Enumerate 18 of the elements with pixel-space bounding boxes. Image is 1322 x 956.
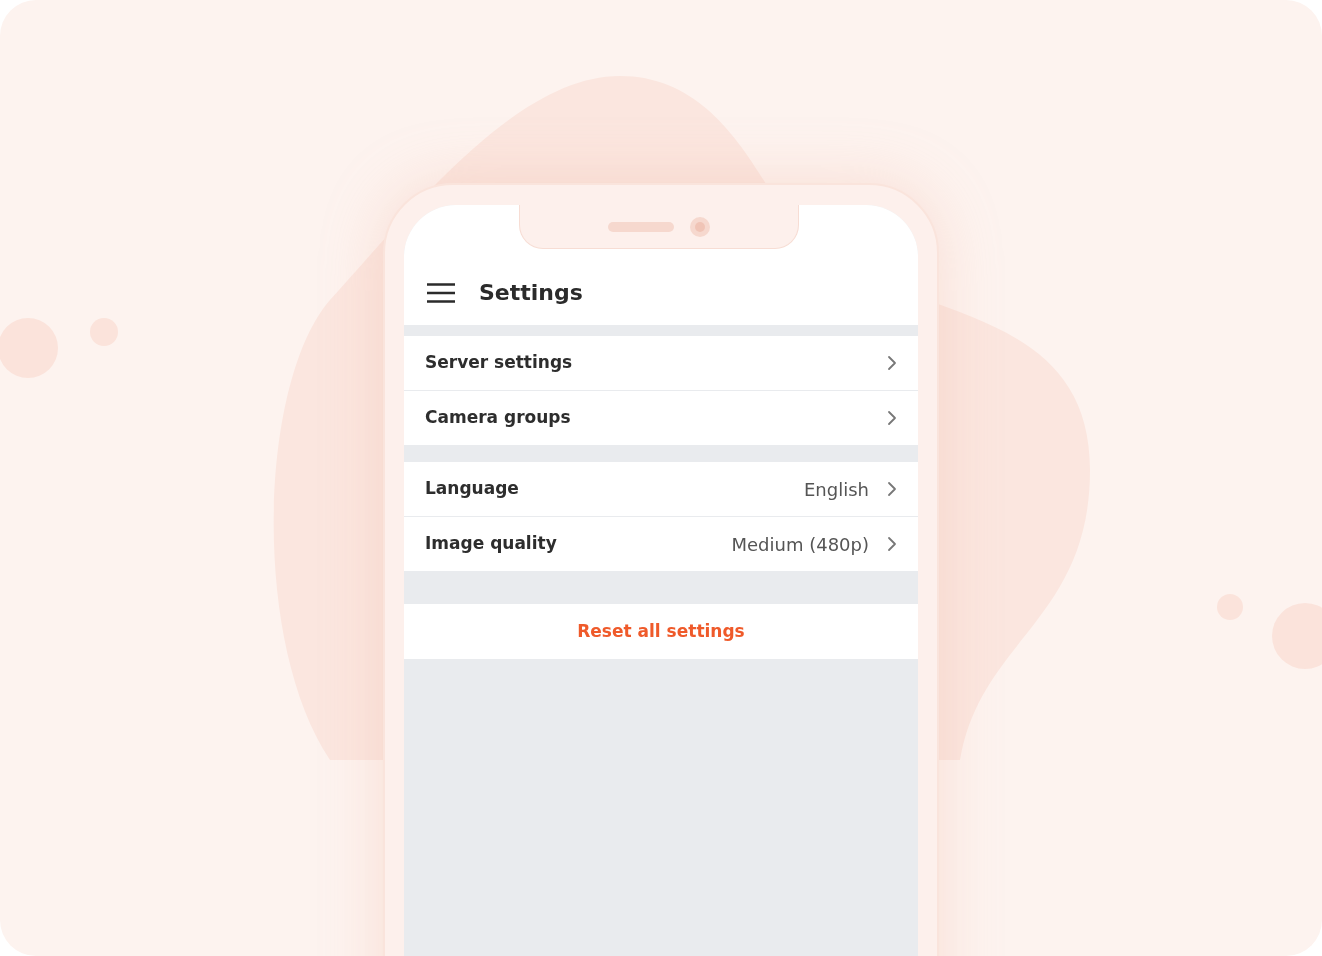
menu-icon[interactable] bbox=[427, 283, 455, 303]
chevron-right-icon bbox=[887, 355, 897, 371]
settings-row[interactable]: Language English bbox=[404, 462, 918, 516]
row-label: Camera groups bbox=[425, 406, 572, 430]
chevron-right-icon bbox=[887, 536, 897, 552]
row-label: Language bbox=[425, 477, 520, 501]
settings-row[interactable]: Image quality Medium (480p) bbox=[404, 517, 918, 571]
chevron-right-icon bbox=[887, 481, 897, 497]
row-value: Medium (480p) bbox=[731, 532, 869, 557]
row-label: Server settings bbox=[425, 351, 574, 375]
speaker-icon bbox=[608, 221, 674, 232]
camera-icon bbox=[690, 216, 710, 237]
screen-title: Settings bbox=[479, 279, 583, 307]
row-value: English bbox=[804, 477, 869, 502]
chevron-right-icon bbox=[887, 410, 897, 426]
settings-row[interactable]: Camera groups bbox=[404, 391, 918, 445]
settings-row[interactable]: Server settings bbox=[404, 336, 918, 390]
row-label: Image quality bbox=[425, 532, 558, 556]
